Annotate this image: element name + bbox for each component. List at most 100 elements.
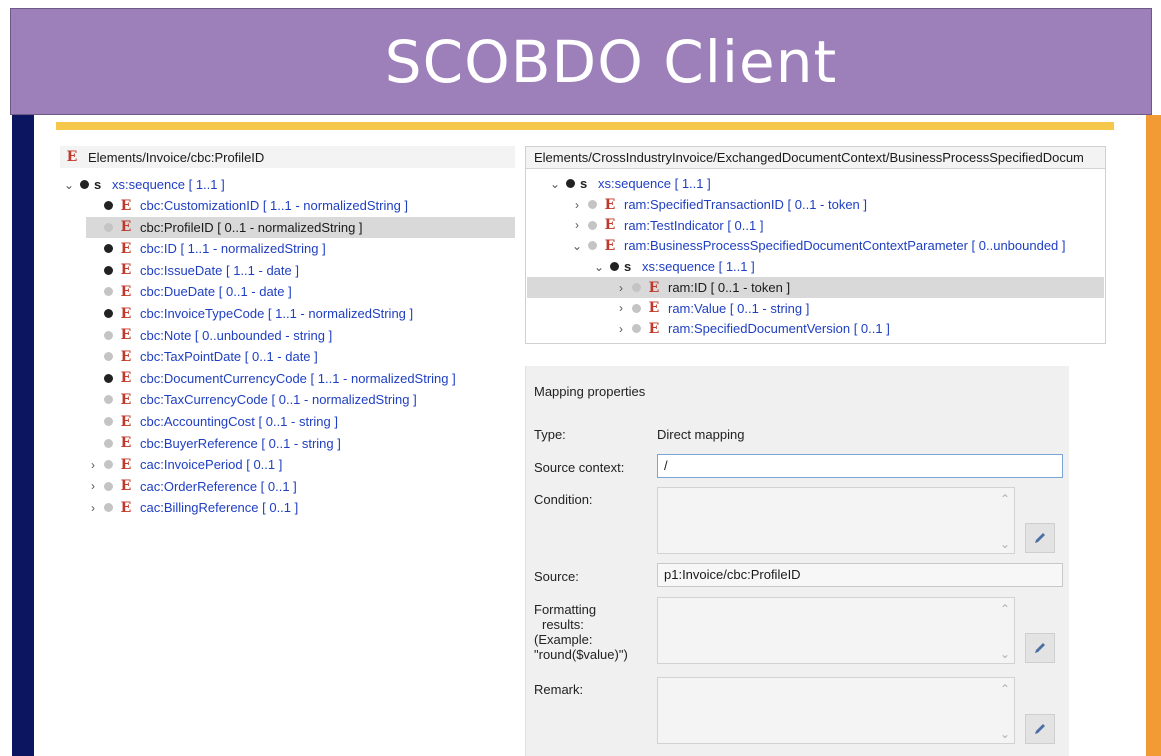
left-tree-item[interactable]: › Ecac:InvoicePeriod [ 0..1 ] [86,454,282,475]
right-tree-item[interactable]: › Eram:SpecifiedTransactionID [ 0..1 - to… [570,194,867,215]
left-root-sequence[interactable]: ⌄ s xs:sequence [ 1..1 ] [62,174,225,195]
right-tree-subitem[interactable]: › Eram:Value [ 0..1 - string ] [614,298,809,319]
right-tree-subitem-label: ram:SpecifiedDocumentVersion [ 0..1 ] [668,321,890,337]
element-icon: E [120,240,132,257]
scroll-up-icon[interactable]: ⌃ [1000,492,1010,506]
pencil-icon [1035,724,1045,734]
right-root-sequence[interactable]: ⌄ s xs:sequence [ 1..1 ] [548,173,711,194]
right-tree-item[interactable]: ⌄ Eram:BusinessProcessSpecifiedDocumentCo… [570,235,1066,256]
required-dot-icon [80,180,89,189]
chevron-down-icon[interactable]: ⌄ [592,260,606,274]
chevron-right-icon[interactable]: › [614,322,628,336]
element-icon: E [120,219,132,236]
chevron-right-icon[interactable]: › [614,301,628,315]
element-icon: E [604,237,616,254]
optional-dot-icon [104,222,113,232]
chevron-right-icon[interactable]: › [86,479,100,493]
formatting-textarea[interactable]: ⌃ ⌄ [657,597,1015,664]
left-tree-item[interactable]: Ecbc:DocumentCurrencyCode [ 1..1 - norma… [86,368,456,389]
left-tree-item[interactable]: Ecbc:DueDate [ 0..1 - date ] [86,281,292,302]
right-subroot-label: xs:sequence [ 1..1 ] [642,259,755,274]
source-input[interactable]: p1:Invoice/cbc:ProfileID [657,563,1063,587]
source-context-input[interactable]: / [657,454,1063,478]
optional-dot-icon [104,417,113,426]
left-tree-item[interactable]: Ecbc:TaxPointDate [ 0..1 - date ] [86,346,318,367]
left-tree-item-label: cbc:CustomizationID [ 1..1 - normalizedS… [140,198,409,213]
mapping-title: Mapping properties [534,384,646,399]
edit-formatting-button[interactable] [1025,633,1055,663]
condition-textarea[interactable]: ⌃ ⌄ [657,487,1015,554]
element-icon: E [120,478,132,495]
right-tree-subitem[interactable]: › Eram:ID [ 0..1 - token ] [527,277,1104,298]
left-tree-item-label: cbc:BuyerReference [ 0..1 - string ] [140,435,341,451]
left-tree-item[interactable]: › Ecac:OrderReference [ 0..1 ] [86,476,297,497]
scroll-down-icon[interactable]: ⌄ [1000,647,1010,661]
left-tree-item-label: cbc:ProfileID [ 0..1 - normalizedString … [140,219,363,235]
left-tree-item[interactable]: Ecbc:ProfileID [ 0..1 - normalizedString… [86,216,515,238]
element-icon: E [120,370,132,387]
right-tree-item-label: ram:TestIndicator [ 0..1 ] [624,217,764,233]
right-subroot-sequence[interactable]: ⌄ s xs:sequence [ 1..1 ] [592,256,755,277]
right-tree-subitem-label: ram:Value [ 0..1 - string ] [668,300,810,316]
optional-dot-icon [588,200,597,209]
left-tree-item-label: cbc:DueDate [ 0..1 - date ] [140,284,292,300]
element-icon: E [648,279,660,296]
left-tree-item[interactable]: Ecbc:AccountingCost [ 0..1 - string ] [86,411,338,432]
element-icon: E [648,320,660,337]
optional-dot-icon [104,287,113,297]
left-tree-item[interactable]: Ecbc:IssueDate [ 1..1 - date ] [86,260,299,281]
left-tree-item[interactable]: Ecbc:CustomizationID [ 1..1 - normalized… [86,195,408,216]
required-dot-icon [104,265,113,275]
required-dot-icon [104,309,113,318]
left-tree-item[interactable]: › Ecac:BillingReference [ 0..1 ] [86,497,298,518]
chevron-right-icon[interactable]: › [570,198,584,212]
left-tree-item[interactable]: Ecbc:TaxCurrencyCode [ 0..1 - normalized… [86,389,417,410]
edit-remark-button[interactable] [1025,714,1055,744]
element-icon: E [120,305,132,322]
left-tree-item[interactable]: Ecbc:Note [ 0..unbounded - string ] [86,325,332,346]
element-icon: E [120,283,132,300]
chevron-right-icon[interactable]: › [614,281,628,295]
chevron-right-icon[interactable]: › [570,218,584,232]
optional-dot-icon [104,481,113,491]
element-icon: E [120,435,132,452]
chevron-right-icon[interactable]: › [86,501,100,515]
source-context-label: Source context: [534,460,625,475]
remark-textarea[interactable]: ⌃ ⌄ [657,677,1015,744]
pencil-icon [1035,533,1045,543]
element-icon: E [120,327,132,344]
element-icon: E [120,456,132,473]
right-tree-subitem-label: ram:ID [ 0..1 - token ] [668,280,791,295]
left-tree-item-label: cac:BillingReference [ 0..1 ] [140,500,299,516]
right-tree-subitem[interactable]: › Eram:SpecifiedDocumentVersion [ 0..1 ] [614,318,890,339]
banner-title: SCOBDO Client [384,27,838,96]
scroll-up-icon[interactable]: ⌃ [1000,682,1010,696]
left-tree-item[interactable]: Ecbc:InvoiceTypeCode [ 1..1 - normalized… [86,303,413,324]
chevron-down-icon[interactable]: ⌄ [570,239,584,253]
optional-dot-icon [104,438,113,448]
right-root-label: xs:sequence [ 1..1 ] [598,176,711,191]
edit-condition-button[interactable] [1025,523,1055,553]
chevron-down-icon[interactable]: ⌄ [548,177,562,191]
scroll-up-icon[interactable]: ⌃ [1000,602,1010,616]
right-header-path: Elements/CrossIndustryInvoice/ExchangedD… [526,147,1105,169]
remark-label: Remark: [534,682,584,697]
left-tree-item[interactable]: Ecbc:BuyerReference [ 0..1 - string ] [86,433,341,454]
chevron-right-icon[interactable]: › [86,458,100,472]
left-accent-bar [12,115,34,756]
element-icon: E [604,196,616,213]
sequence-icon: s [94,177,102,192]
left-tree-item-label: cbc:AccountingCost [ 0..1 - string ] [140,414,338,429]
element-icon: E [120,499,132,516]
formatting-label-line: "round($value)") [534,647,628,662]
left-tree-item[interactable]: Ecbc:ID [ 1..1 - normalizedString ] [86,238,326,259]
scroll-down-icon[interactable]: ⌄ [1000,537,1010,551]
scroll-down-icon[interactable]: ⌄ [1000,727,1010,741]
required-dot-icon [566,179,575,188]
required-dot-icon [104,201,113,210]
element-icon: E [120,348,132,365]
right-tree-item[interactable]: › Eram:TestIndicator [ 0..1 ] [570,215,763,236]
optional-dot-icon [104,352,113,362]
formatting-label-line: Formatting [534,602,597,617]
chevron-down-icon[interactable]: ⌄ [62,178,76,192]
